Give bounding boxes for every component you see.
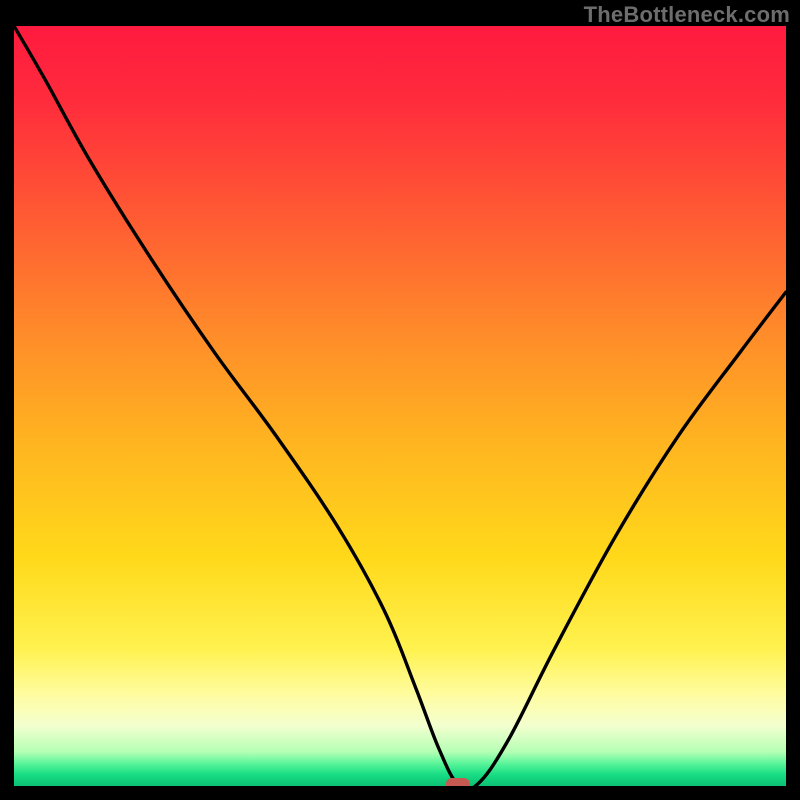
optimum-marker	[446, 778, 470, 786]
bottleneck-plot	[14, 26, 786, 786]
watermark-text: TheBottleneck.com	[584, 2, 790, 28]
gradient-background	[14, 26, 786, 786]
chart-frame: TheBottleneck.com	[0, 0, 800, 800]
